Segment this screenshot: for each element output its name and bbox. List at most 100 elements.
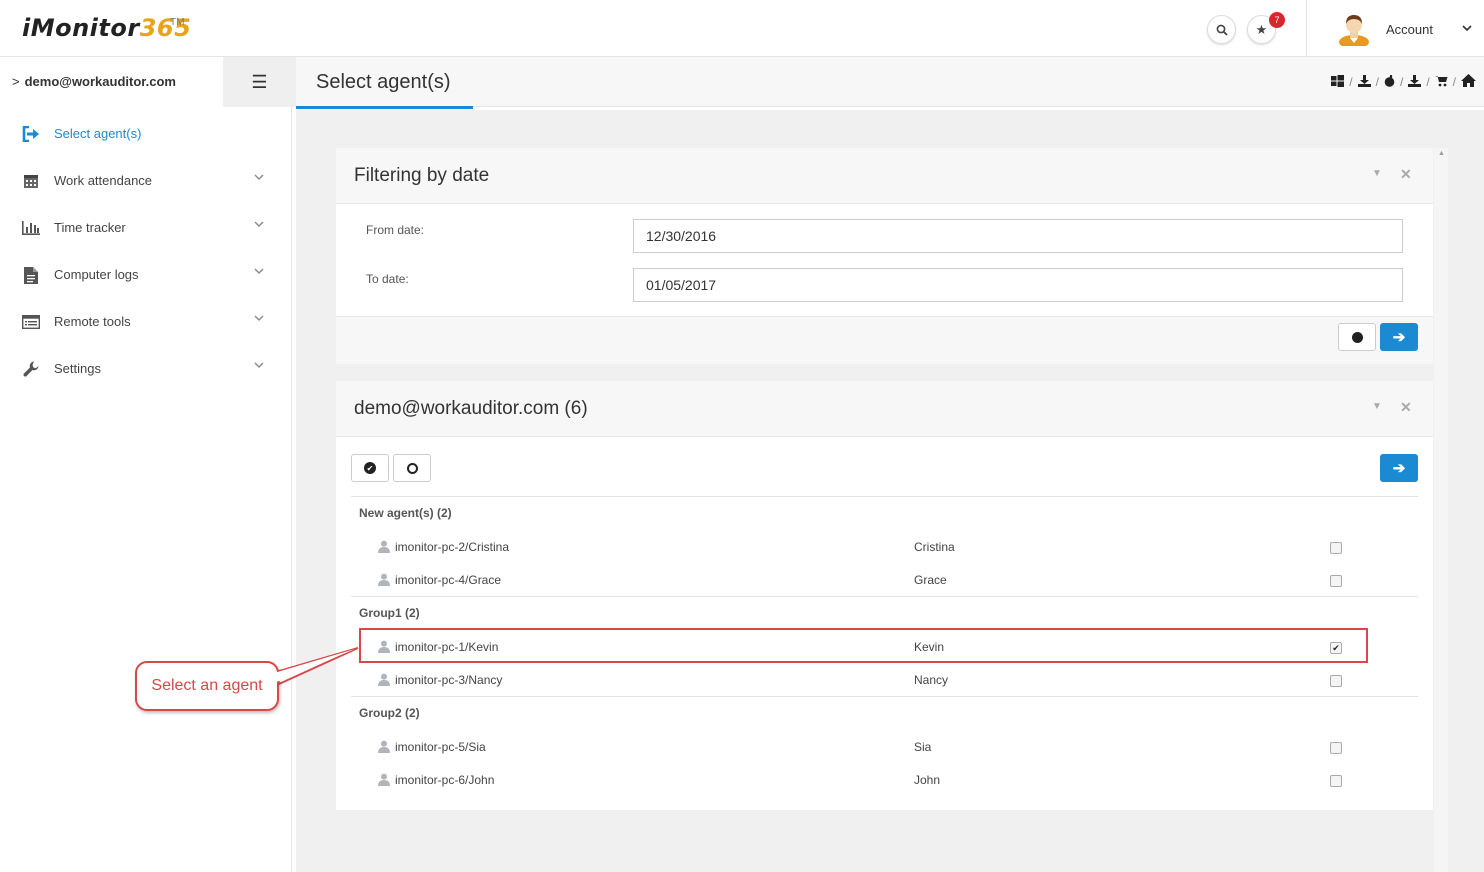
group-label: New agent(s) (2) xyxy=(359,506,452,520)
arrow-right-icon: ➔ xyxy=(1392,460,1406,477)
separator: / xyxy=(1375,75,1379,89)
scrollbar[interactable] xyxy=(1434,148,1448,872)
sidebar-item-label: Work attendance xyxy=(54,173,153,188)
chevron-down-icon xyxy=(254,313,264,325)
group-label: Group2 (2) xyxy=(359,706,420,720)
sidebar-item-select-agents[interactable]: Select agent(s) xyxy=(0,119,292,149)
close-icon[interactable]: ✕ xyxy=(1400,166,1412,183)
download-icon[interactable] xyxy=(1408,74,1422,90)
cart-icon[interactable] xyxy=(1434,75,1448,90)
logo[interactable]: iMonitor365 xyxy=(22,14,191,42)
search-button[interactable] xyxy=(1207,15,1236,44)
home-icon[interactable] xyxy=(1461,74,1476,90)
agent-checkbox[interactable] xyxy=(1330,775,1342,787)
group-divider xyxy=(351,496,1418,497)
select-all-button[interactable]: ✔ xyxy=(351,454,389,482)
chevron-down-icon xyxy=(254,266,264,278)
from-date-input[interactable] xyxy=(633,219,1403,253)
user-icon xyxy=(378,740,390,753)
agent-user: John xyxy=(914,773,941,787)
windows-icon[interactable] xyxy=(1331,74,1345,90)
title-area: Select agent(s) / / / / / xyxy=(296,57,1484,109)
group-divider xyxy=(351,696,1418,697)
panel-title: demo@workauditor.com (6) xyxy=(354,398,588,419)
toolbar-icons: / / / / / xyxy=(1326,74,1484,90)
agent-user: Nancy xyxy=(914,673,949,687)
chevron-down-icon xyxy=(254,172,264,184)
agent-checkbox[interactable] xyxy=(1330,742,1342,754)
sidebar-item-label: Settings xyxy=(54,361,101,376)
sidebar-item-time-tracker[interactable]: Time tracker xyxy=(0,213,292,243)
callout-label: Select an agent xyxy=(135,661,279,711)
user-icon xyxy=(378,773,390,786)
agent-row[interactable]: imonitor-pc-2/Cristina Cristina xyxy=(351,530,1418,563)
confirm-agents-button[interactable]: ➔ xyxy=(1380,454,1418,482)
agent-name: imonitor-pc-5/Sia xyxy=(395,740,486,754)
chevron-down-icon xyxy=(254,219,264,231)
agent-name: imonitor-pc-6/John xyxy=(395,773,495,787)
apple-icon[interactable] xyxy=(1384,74,1395,90)
separator: / xyxy=(1399,75,1404,89)
group-label: Group1 (2) xyxy=(359,606,420,620)
sidebar-item-computer-logs[interactable]: Computer logs xyxy=(0,260,292,290)
agent-row[interactable]: imonitor-pc-6/John John xyxy=(351,763,1418,796)
to-date-input[interactable] xyxy=(633,268,1403,302)
from-date-label: From date: xyxy=(366,223,425,237)
close-icon[interactable]: ✕ xyxy=(1400,399,1412,416)
chevron-down-icon xyxy=(254,360,264,372)
avatar[interactable] xyxy=(1338,12,1370,46)
download-icon[interactable] xyxy=(1357,74,1371,90)
top-header: iMonitor365 TM ★ 7 Account xyxy=(0,0,1484,57)
chevron-down-icon[interactable] xyxy=(1462,21,1472,35)
dot-icon xyxy=(1351,331,1363,343)
panel-title: Filtering by date xyxy=(354,165,490,186)
sidebar-item-label: Select agent(s) xyxy=(54,126,142,141)
agent-checkbox[interactable] xyxy=(1330,542,1342,554)
agent-user: Grace xyxy=(914,573,947,587)
search-icon xyxy=(1216,24,1228,36)
circle-icon xyxy=(406,462,418,474)
agent-row[interactable]: imonitor-pc-3/Nancy Nancy xyxy=(351,663,1418,696)
arrow-right-icon: ➔ xyxy=(1392,329,1406,346)
logo-trademark: TM xyxy=(170,17,185,28)
separator: / xyxy=(1349,75,1353,89)
apply-filter-button[interactable]: ➔ xyxy=(1380,323,1418,351)
sub-header: > demo@workauditor.com ☰ Select agent(s) … xyxy=(0,57,1484,109)
agent-checkbox[interactable] xyxy=(1330,675,1342,687)
hamburger-icon: ☰ xyxy=(251,71,268,92)
sidebar-item-work-attendance[interactable]: Work attendance xyxy=(0,166,292,196)
collapse-icon[interactable]: ▼ xyxy=(1372,168,1382,179)
agent-name: imonitor-pc-4/Grace xyxy=(395,573,502,587)
current-user[interactable]: > demo@workauditor.com xyxy=(0,57,223,107)
agent-row[interactable]: imonitor-pc-5/Sia Sia xyxy=(351,730,1418,763)
wrench-icon xyxy=(22,360,40,378)
list-icon xyxy=(22,313,40,331)
sidebar-item-settings[interactable]: Settings xyxy=(0,354,292,384)
menu-toggle-button[interactable]: ☰ xyxy=(223,57,296,107)
deselect-all-button[interactable] xyxy=(393,454,431,482)
sidebar: Select agent(s) Work attendance Time tra… xyxy=(0,107,292,872)
star-icon: ★ xyxy=(1255,21,1268,37)
filter-panel-header: Filtering by date ▼ ✕ xyxy=(336,148,1433,204)
agent-checkbox[interactable] xyxy=(1330,575,1342,587)
agent-user: Cristina xyxy=(914,540,955,554)
record-button[interactable] xyxy=(1338,323,1376,351)
check-circle-icon: ✔ xyxy=(364,462,376,474)
chevron-right-icon: > xyxy=(12,74,20,89)
sidebar-item-label: Time tracker xyxy=(54,220,126,235)
filter-panel-footer xyxy=(336,316,1433,364)
agent-row[interactable]: imonitor-pc-4/Grace Grace xyxy=(351,563,1418,596)
page-title: Select agent(s) xyxy=(316,71,451,93)
agent-name: imonitor-pc-3/Nancy xyxy=(395,673,503,687)
group-divider xyxy=(351,596,1418,597)
sidebar-item-remote-tools[interactable]: Remote tools xyxy=(0,307,292,337)
separator: / xyxy=(1426,75,1430,89)
agents-panel-header: demo@workauditor.com (6) ▼ ✕ xyxy=(336,381,1433,437)
account-label[interactable]: Account xyxy=(1386,22,1433,37)
header-divider xyxy=(1306,0,1307,56)
scroll-up-icon[interactable]: ▲ xyxy=(1438,150,1445,157)
collapse-icon[interactable]: ▼ xyxy=(1372,401,1382,412)
user-icon xyxy=(378,573,390,586)
filter-panel: Filtering by date ▼ ✕ From date: To date… xyxy=(336,148,1433,364)
sign-in-icon xyxy=(22,125,40,143)
